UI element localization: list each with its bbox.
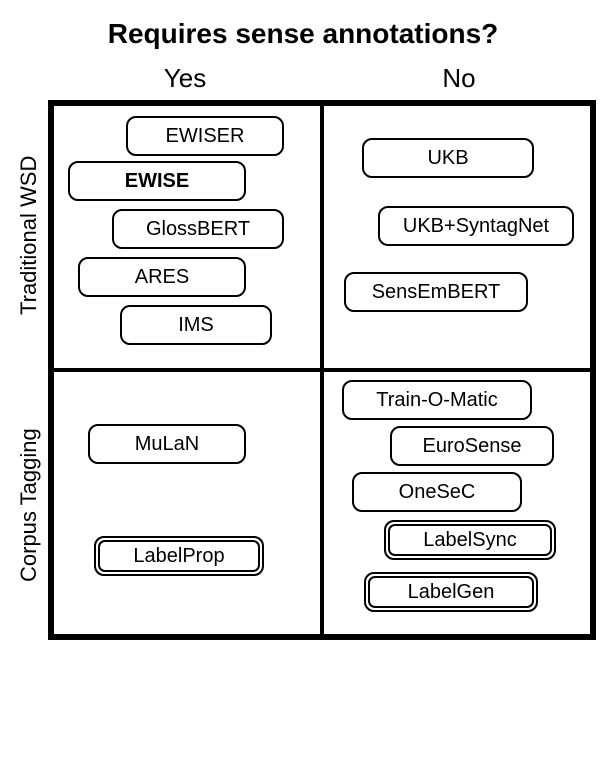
box-label: ARES (135, 266, 189, 289)
box-ares: ARES (78, 257, 246, 297)
box-ewiser: EWISER (126, 116, 284, 156)
cell-traditional-yes: EWISER EWISE GlossBERT ARES IMS (52, 104, 322, 370)
box-mulan: MuLaN (88, 424, 246, 464)
cell-corpus-no: Train-O-Matic EuroSense OneSeC LabelSync Lab… (322, 370, 592, 636)
box-label: MuLaN (135, 433, 199, 456)
box-label: UKB (427, 147, 468, 170)
diagram-title: Requires sense annotations? (10, 18, 596, 50)
box-onesec: OneSeC (352, 472, 522, 512)
box-label: Train-O-Matic (376, 389, 497, 412)
cell-traditional-no: UKB UKB+SyntagNet SensEmBERT (322, 104, 592, 370)
col-header-no: No (322, 63, 596, 94)
box-label: LabelSync (423, 529, 516, 552)
row-labels: Traditional WSD Corpus Tagging (10, 100, 48, 640)
box-labelsync: LabelSync (384, 520, 556, 560)
quadrant-grid: EWISER EWISE GlossBERT ARES IMS UKB UKB+Synta… (48, 100, 596, 640)
box-eurosense: EuroSense (390, 426, 554, 466)
box-ukb-syntagnet: UKB+SyntagNet (378, 206, 574, 246)
box-ims: IMS (120, 305, 272, 345)
box-trainomatic: Train-O-Matic (342, 380, 532, 420)
box-label: EWISE (125, 170, 189, 193)
diagram-wrap: Traditional WSD Corpus Tagging Yes No EW… (10, 56, 596, 640)
box-label: EWISER (166, 125, 245, 148)
row-label-traditional-wsd: Traditional WSD (10, 100, 48, 370)
box-label: GlossBERT (146, 218, 250, 241)
cell-corpus-yes: MuLaN LabelProp (52, 370, 322, 636)
box-label: EuroSense (423, 435, 522, 458)
box-label: UKB+SyntagNet (403, 215, 549, 238)
grid-right: Yes No EWISEREWISEGlossBERTARESIMS UKBUK… (48, 56, 596, 640)
box-ewise: EWISE (68, 161, 246, 201)
box-labelgen: LabelGen (364, 572, 538, 612)
box-label: OneSeC (399, 481, 476, 504)
box-label: IMS (178, 314, 214, 337)
box-label: LabelGen (408, 581, 495, 604)
col-header-yes: Yes (48, 63, 322, 94)
box-label: SensEmBERT (372, 281, 501, 304)
column-headers: Yes No (48, 56, 596, 100)
box-labelprop: LabelProp (94, 536, 264, 576)
row-label-corpus-tagging: Corpus Tagging (10, 370, 48, 640)
box-ukb: UKB (362, 138, 534, 178)
box-sensembert: SensEmBERT (344, 272, 528, 312)
box-label: LabelProp (133, 545, 224, 568)
box-glossbert: GlossBERT (112, 209, 284, 249)
